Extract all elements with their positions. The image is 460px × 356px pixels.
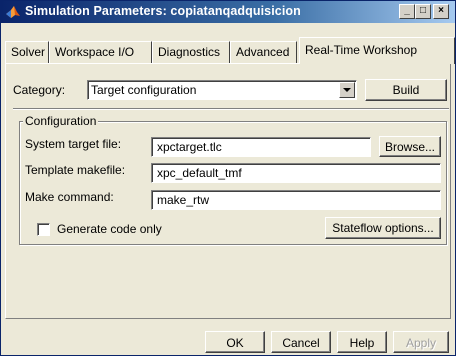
category-label: Category: <box>13 83 66 97</box>
ok-button[interactable]: OK <box>205 331 265 353</box>
tab-workspace-io[interactable]: Workspace I/O <box>49 41 152 64</box>
matlab-logo-icon <box>5 4 21 20</box>
tab-real-time-workshop[interactable]: Real-Time Workshop <box>299 37 455 64</box>
tab-solver[interactable]: Solver <box>5 41 49 64</box>
build-button[interactable]: Build <box>365 79 447 101</box>
make-command-field[interactable]: make_rtw <box>151 190 441 210</box>
minimize-button[interactable]: _ <box>399 4 415 19</box>
browse-button[interactable]: Browse... <box>379 136 441 157</box>
chevron-down-icon[interactable] <box>339 82 355 98</box>
stateflow-options-button[interactable]: Stateflow options... <box>325 217 441 239</box>
divider <box>13 108 449 110</box>
simulation-parameters-window: Simulation Parameters: copiatanqadquisic… <box>0 0 456 356</box>
title-bar[interactable]: Simulation Parameters: copiatanqadquisic… <box>1 1 455 23</box>
apply-button[interactable]: Apply <box>393 331 449 353</box>
tab-advanced[interactable]: Advanced <box>230 41 297 64</box>
close-button[interactable]: × <box>433 4 449 19</box>
category-select-value: Target configuration <box>91 83 197 97</box>
help-button[interactable]: Help <box>337 331 387 353</box>
system-target-label: System target file: <box>25 137 122 151</box>
template-makefile-field[interactable]: xpc_default_tmf <box>151 163 441 183</box>
template-makefile-label: Template makefile: <box>25 163 126 177</box>
generate-code-only-checkbox[interactable] <box>37 223 50 236</box>
generate-code-only-label: Generate code only <box>57 222 162 236</box>
cancel-button[interactable]: Cancel <box>271 331 331 353</box>
maximize-button[interactable]: □ <box>415 4 431 19</box>
make-command-label: Make command: <box>25 190 114 204</box>
window-title: Simulation Parameters: copiatanqadquisic… <box>25 4 301 18</box>
tab-strip: Solver Workspace I/O Diagnostics Advance… <box>5 35 455 64</box>
category-select[interactable]: Target configuration <box>87 80 357 100</box>
configuration-group-label: Configuration <box>23 114 99 128</box>
tab-diagnostics[interactable]: Diagnostics <box>152 41 230 64</box>
system-target-field[interactable]: xpctarget.tlc <box>151 137 371 157</box>
